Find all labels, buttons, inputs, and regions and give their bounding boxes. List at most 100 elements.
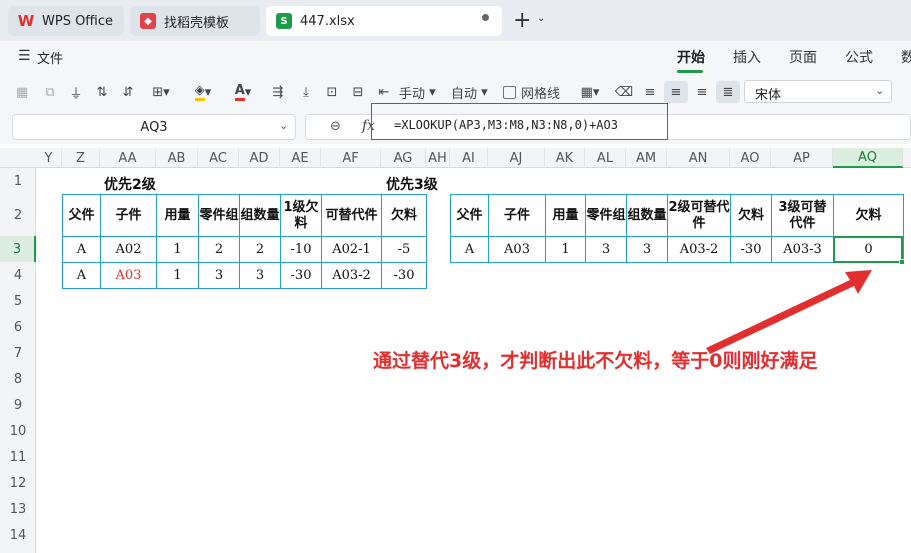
table-cell[interactable]: A03	[488, 236, 546, 263]
header-cell[interactable]: 3级可替代件	[771, 194, 834, 237]
column-header-cell[interactable]: AK	[545, 148, 585, 168]
table-cell[interactable]: 3	[626, 236, 668, 263]
font-name-select[interactable]: 宋体 ⌄	[744, 80, 892, 103]
header-cell[interactable]: 父件	[450, 194, 489, 237]
table-cell[interactable]: 1	[156, 262, 199, 289]
align-left-icon[interactable]: ≡	[640, 81, 660, 103]
table-cell[interactable]: 3	[585, 236, 627, 263]
row-height-dropdown[interactable]: 手动 ▾	[399, 81, 436, 103]
freeze-panes-icon[interactable]: ⊟	[348, 81, 368, 103]
column-header-cell[interactable]: AE	[280, 148, 321, 168]
sort-ascending-icon[interactable]: ⇅	[92, 81, 112, 103]
header-cell[interactable]: 用量	[545, 194, 586, 237]
column-header-cell[interactable]: AO	[730, 148, 771, 168]
table-cell[interactable]: 3	[239, 262, 281, 289]
column-header-cell[interactable]: AJ	[488, 148, 545, 168]
table-cell[interactable]: -30	[730, 236, 772, 263]
row-header-cell[interactable]: 1	[0, 168, 36, 194]
row-header-cell[interactable]: 4	[0, 262, 36, 288]
table-style-icon[interactable]: ▦▾	[575, 81, 605, 103]
tab-447-xlsx[interactable]: S 447.xlsx	[266, 6, 502, 36]
table-cell[interactable]: A	[62, 236, 101, 263]
table-cell[interactable]: -30	[280, 262, 322, 289]
wrap-text-icon[interactable]: ⇶	[268, 81, 288, 103]
table-cell[interactable]: -30	[381, 262, 427, 289]
row-header-cell[interactable]: 6	[0, 314, 36, 340]
gridlines-toggle[interactable]: 网格线	[503, 81, 560, 103]
column-header-cell[interactable]: AM	[626, 148, 667, 168]
table-cell[interactable]: A	[62, 262, 101, 289]
row-header-cell[interactable]: 10	[0, 418, 36, 444]
ribbon-tab-insert[interactable]: 插入	[733, 47, 761, 67]
file-menu[interactable]: 文件	[37, 48, 63, 67]
table-cell[interactable]: A03-2	[667, 236, 731, 263]
table-cell[interactable]: 2	[239, 236, 281, 263]
column-header-cell[interactable]: AL	[585, 148, 626, 168]
ribbon-tab-data[interactable]: 数	[901, 47, 911, 67]
column-header-cell[interactable]: AA	[100, 148, 156, 168]
row-header-cell-selected[interactable]: 3	[0, 236, 36, 262]
header-cell[interactable]: 零件组	[585, 194, 627, 237]
row-header-cell[interactable]: 2	[0, 194, 36, 236]
header-cell[interactable]: 1级欠料	[280, 194, 322, 237]
auto-fit-dropdown[interactable]: 自动 ▾	[451, 81, 488, 103]
table-cell[interactable]: A03-3	[771, 236, 834, 263]
header-cell[interactable]: 用量	[156, 194, 199, 237]
header-cell[interactable]: 组数量	[626, 194, 668, 237]
header-cell[interactable]: 欠料	[833, 194, 904, 237]
filter-icon[interactable]: ⏚	[66, 81, 86, 103]
header-cell[interactable]: 零件组	[198, 194, 240, 237]
chevron-down-icon[interactable]: ⌄	[279, 119, 288, 132]
column-header-cell[interactable]: AN	[667, 148, 730, 168]
table-cell[interactable]: -5	[381, 236, 427, 263]
row-header-cell[interactable]: 7	[0, 340, 36, 366]
row-header-cell[interactable]: 9	[0, 392, 36, 418]
column-header-cell[interactable]: AF	[321, 148, 381, 168]
tab-wps-office[interactable]: W WPS Office	[8, 6, 124, 36]
unsaved-dot-icon[interactable]	[482, 14, 489, 21]
align-right-icon[interactable]: ≡	[692, 81, 712, 103]
table-cell[interactable]: 1	[156, 236, 199, 263]
hamburger-menu-icon[interactable]: ☰	[18, 48, 31, 64]
fill-handle[interactable]	[899, 259, 905, 265]
row-header-cell[interactable]: 5	[0, 288, 36, 314]
row-header-cell[interactable]: 13	[0, 496, 36, 522]
header-cell[interactable]: 2级可替代件	[667, 194, 731, 237]
align-middle-icon[interactable]: ≣	[716, 81, 740, 103]
format-painter-icon[interactable]: ⧉	[40, 81, 60, 103]
table-cell[interactable]: A	[450, 236, 489, 263]
header-cell[interactable]: 欠料	[730, 194, 772, 237]
table-cell[interactable]: A03-2	[321, 262, 382, 289]
number-format-icon[interactable]: ▦	[12, 81, 32, 103]
row-header-cell[interactable]: 11	[0, 444, 36, 470]
table-cell[interactable]: -10	[280, 236, 322, 263]
row-header-cell[interactable]: 12	[0, 470, 36, 496]
borders-icon[interactable]: ⊞▾	[146, 81, 176, 103]
clear-format-icon[interactable]: ⌫	[614, 81, 634, 103]
tab-list-chevron-icon[interactable]: ⌄	[537, 13, 545, 24]
text-direction-icon[interactable]: ⤓	[296, 81, 316, 103]
ribbon-tab-home[interactable]: 开始	[677, 47, 705, 67]
sort-descending-icon[interactable]: ⇵	[118, 81, 138, 103]
table-cell-highlighted[interactable]: A03	[100, 262, 157, 289]
gridlines-checkbox[interactable]	[503, 85, 516, 99]
header-cell[interactable]: 欠料	[381, 194, 427, 237]
header-cell[interactable]: 组数量	[239, 194, 281, 237]
column-header-cell-selected[interactable]: AQ	[833, 148, 903, 168]
column-header-cell[interactable]: AC	[198, 148, 239, 168]
column-header-cell[interactable]: AB	[156, 148, 198, 168]
table-cell[interactable]: A02	[100, 236, 157, 263]
name-box[interactable]: AQ3 ⌄	[12, 114, 296, 140]
column-header-cell[interactable]: Z	[62, 148, 100, 168]
align-center-icon[interactable]: ≡	[664, 81, 688, 103]
ribbon-tab-page[interactable]: 页面	[789, 47, 817, 67]
row-header-cell[interactable]: 14	[0, 522, 36, 548]
table-cell[interactable]: 1	[545, 236, 586, 263]
font-color-icon[interactable]: A ▾	[228, 81, 258, 103]
header-cell[interactable]: 父件	[62, 194, 101, 237]
column-header-cell[interactable]: AH	[426, 148, 450, 168]
column-header-cell[interactable]: AI	[450, 148, 488, 168]
row-header-cell[interactable]: 8	[0, 366, 36, 392]
column-header-cell[interactable]: AP	[771, 148, 833, 168]
chevron-down-icon[interactable]: ⌄	[875, 84, 884, 97]
